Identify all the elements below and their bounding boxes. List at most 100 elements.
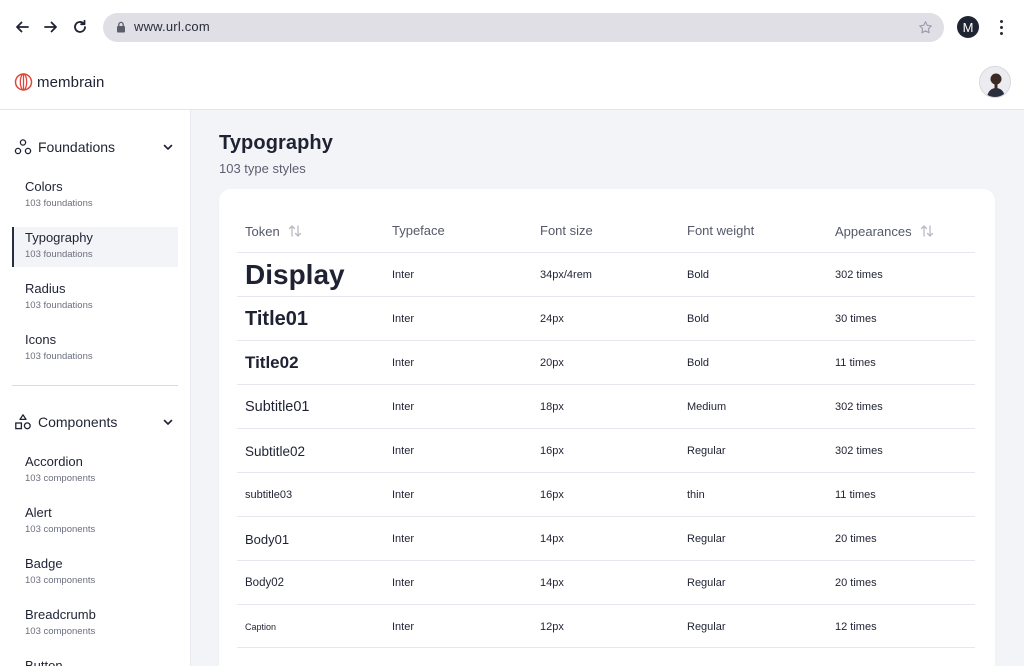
token-cell: Caption xyxy=(245,622,277,632)
components-icon xyxy=(15,414,31,430)
font-size-cell: 12px xyxy=(540,621,564,633)
sidebar-item-badge[interactable]: Badge 103 components xyxy=(12,553,178,593)
table-row[interactable]: subtitle03 Inter 16px thin 11 times xyxy=(237,472,975,516)
section-label: Components xyxy=(38,414,118,430)
appearances-cell: 302 times xyxy=(835,269,883,281)
table-row[interactable]: Title01 Inter 24px Bold 30 times xyxy=(237,296,975,340)
column-header-font-size[interactable]: Font size xyxy=(540,223,593,238)
sidebar-item-radius[interactable]: Radius 103 foundations xyxy=(12,278,178,318)
logo[interactable]: membrain xyxy=(14,73,105,91)
token-cell: subtitle03 xyxy=(245,489,293,501)
sidebar-divider xyxy=(12,385,178,386)
back-button[interactable] xyxy=(10,15,34,39)
column-header-typeface[interactable]: Typeface xyxy=(392,223,445,238)
sidebar-item-count: 103 foundations xyxy=(25,300,93,311)
font-size-cell: 20px xyxy=(540,357,564,369)
table-row[interactable]: Title02 Inter 20px Bold 11 times xyxy=(237,340,975,384)
profile-initial: M xyxy=(962,19,974,35)
appearances-cell: 20 times xyxy=(835,577,877,589)
appearances-cell: 302 times xyxy=(835,445,883,457)
browser-menu-button[interactable] xyxy=(993,16,1009,38)
sidebar-item-colors[interactable]: Colors 103 foundations xyxy=(12,176,178,216)
token-cell: Body01 xyxy=(245,531,290,547)
foundations-icon xyxy=(14,139,32,155)
sort-icon[interactable] xyxy=(288,223,302,239)
font-size-cell: 24px xyxy=(540,313,564,325)
sidebar-item-typography[interactable]: Typography 103 foundations xyxy=(12,227,178,267)
font-weight-cell: Bold xyxy=(687,269,710,281)
sidebar-item-label: Typography xyxy=(25,230,93,245)
token-cell: Subtitle02 xyxy=(245,443,306,459)
font-weight-cell: Regular xyxy=(687,533,726,545)
table-row[interactable]: Caption Inter 12px Regular 12 times xyxy=(237,604,975,648)
kebab-dot-icon xyxy=(999,19,1003,23)
arrow-right-icon xyxy=(44,21,57,33)
table-row[interactable]: Body01 Inter 14px Regular 20 times xyxy=(237,516,975,560)
font-weight-cell: thin xyxy=(687,489,705,501)
sidebar-item-label: Button xyxy=(25,658,63,666)
section-components[interactable]: Components xyxy=(14,410,176,434)
sidebar-item-icons[interactable]: Icons 103 foundations xyxy=(12,329,178,369)
typeface-cell: Inter xyxy=(392,533,415,545)
sidebar-item-accordion[interactable]: Accordion 103 components xyxy=(12,451,178,491)
main-content: Typography 103 type styles Token Typefac… xyxy=(191,110,1024,666)
table-row[interactable]: Body02 Inter 14px Regular 20 times xyxy=(237,560,975,604)
kebab-dot-icon xyxy=(999,25,1003,29)
sidebar-item-button[interactable]: Button xyxy=(12,655,178,666)
sidebar-item-breadcrumb[interactable]: Breadcrumb 103 components xyxy=(12,604,178,644)
token-cell: Title02 xyxy=(245,353,299,372)
sidebar-item-count: 103 foundations xyxy=(25,198,93,209)
star-icon[interactable] xyxy=(918,20,933,35)
sidebar-item-label: Accordion xyxy=(25,454,83,469)
browser-profile-button[interactable]: M xyxy=(957,16,979,38)
column-header-font-weight[interactable]: Font weight xyxy=(687,223,754,238)
table-row[interactable]: Subtitle02 Inter 16px Regular 302 times xyxy=(237,428,975,472)
sidebar-item-count: 103 foundations xyxy=(25,351,93,362)
page-title: Typography xyxy=(219,132,333,154)
column-header-label: Font size xyxy=(540,223,593,238)
column-header-label: Appearances xyxy=(835,223,912,239)
address-bar[interactable]: www.url.com xyxy=(103,13,944,42)
column-header-appearances[interactable]: Appearances xyxy=(835,223,934,239)
section-foundations[interactable]: Foundations xyxy=(14,135,176,159)
sidebar-item-count: 103 components xyxy=(25,626,96,637)
column-header-label: Font weight xyxy=(687,223,755,238)
url-text: www.url.com xyxy=(134,19,210,34)
column-header-token[interactable]: Token xyxy=(245,223,302,239)
sidebar-item-label: Icons xyxy=(25,332,57,347)
chevron-down-icon xyxy=(163,144,173,150)
typeface-cell: Inter xyxy=(392,269,415,281)
app-header: membrain xyxy=(0,54,1024,110)
typeface-cell: Inter xyxy=(392,357,415,369)
font-weight-cell: Regular xyxy=(687,577,726,589)
font-size-cell: 16px xyxy=(540,445,564,457)
section-label: Foundations xyxy=(38,139,116,155)
reload-button[interactable] xyxy=(68,15,92,39)
sidebar-item-count: 103 components xyxy=(25,524,96,535)
user-avatar[interactable] xyxy=(979,66,1011,98)
font-weight-cell: Regular xyxy=(687,445,726,457)
typeface-cell: Inter xyxy=(392,489,415,501)
sidebar-item-count: 103 components xyxy=(25,575,96,586)
token-cell: Body02 xyxy=(245,577,285,589)
sidebar-item-alert[interactable]: Alert 103 components xyxy=(12,502,178,542)
logo-text: membrain xyxy=(37,73,105,91)
sort-icon[interactable] xyxy=(920,223,934,239)
typeface-cell: Inter xyxy=(392,401,415,413)
table-row[interactable]: Subtitle01 Inter 18px Medium 302 times xyxy=(237,384,975,428)
appearances-cell: 11 times xyxy=(835,357,876,369)
font-weight-cell: Bold xyxy=(687,313,710,325)
sidebar-item-label: Colors xyxy=(25,179,63,194)
sidebar-item-label: Alert xyxy=(25,505,52,520)
sidebar-item-count: 103 components xyxy=(25,473,96,484)
token-cell: Display xyxy=(245,259,345,290)
column-header-label: Token xyxy=(245,223,280,239)
appearances-cell: 302 times xyxy=(835,401,883,413)
typeface-cell: Inter xyxy=(392,313,415,325)
font-size-cell: 16px xyxy=(540,489,564,501)
forward-button[interactable] xyxy=(39,15,63,39)
typeface-cell: Inter xyxy=(392,577,415,589)
table-row[interactable]: Display Inter 34px/4rem Bold 302 times xyxy=(237,252,975,296)
typeface-cell: Inter xyxy=(392,621,415,633)
column-header-label: Typeface xyxy=(392,223,445,238)
